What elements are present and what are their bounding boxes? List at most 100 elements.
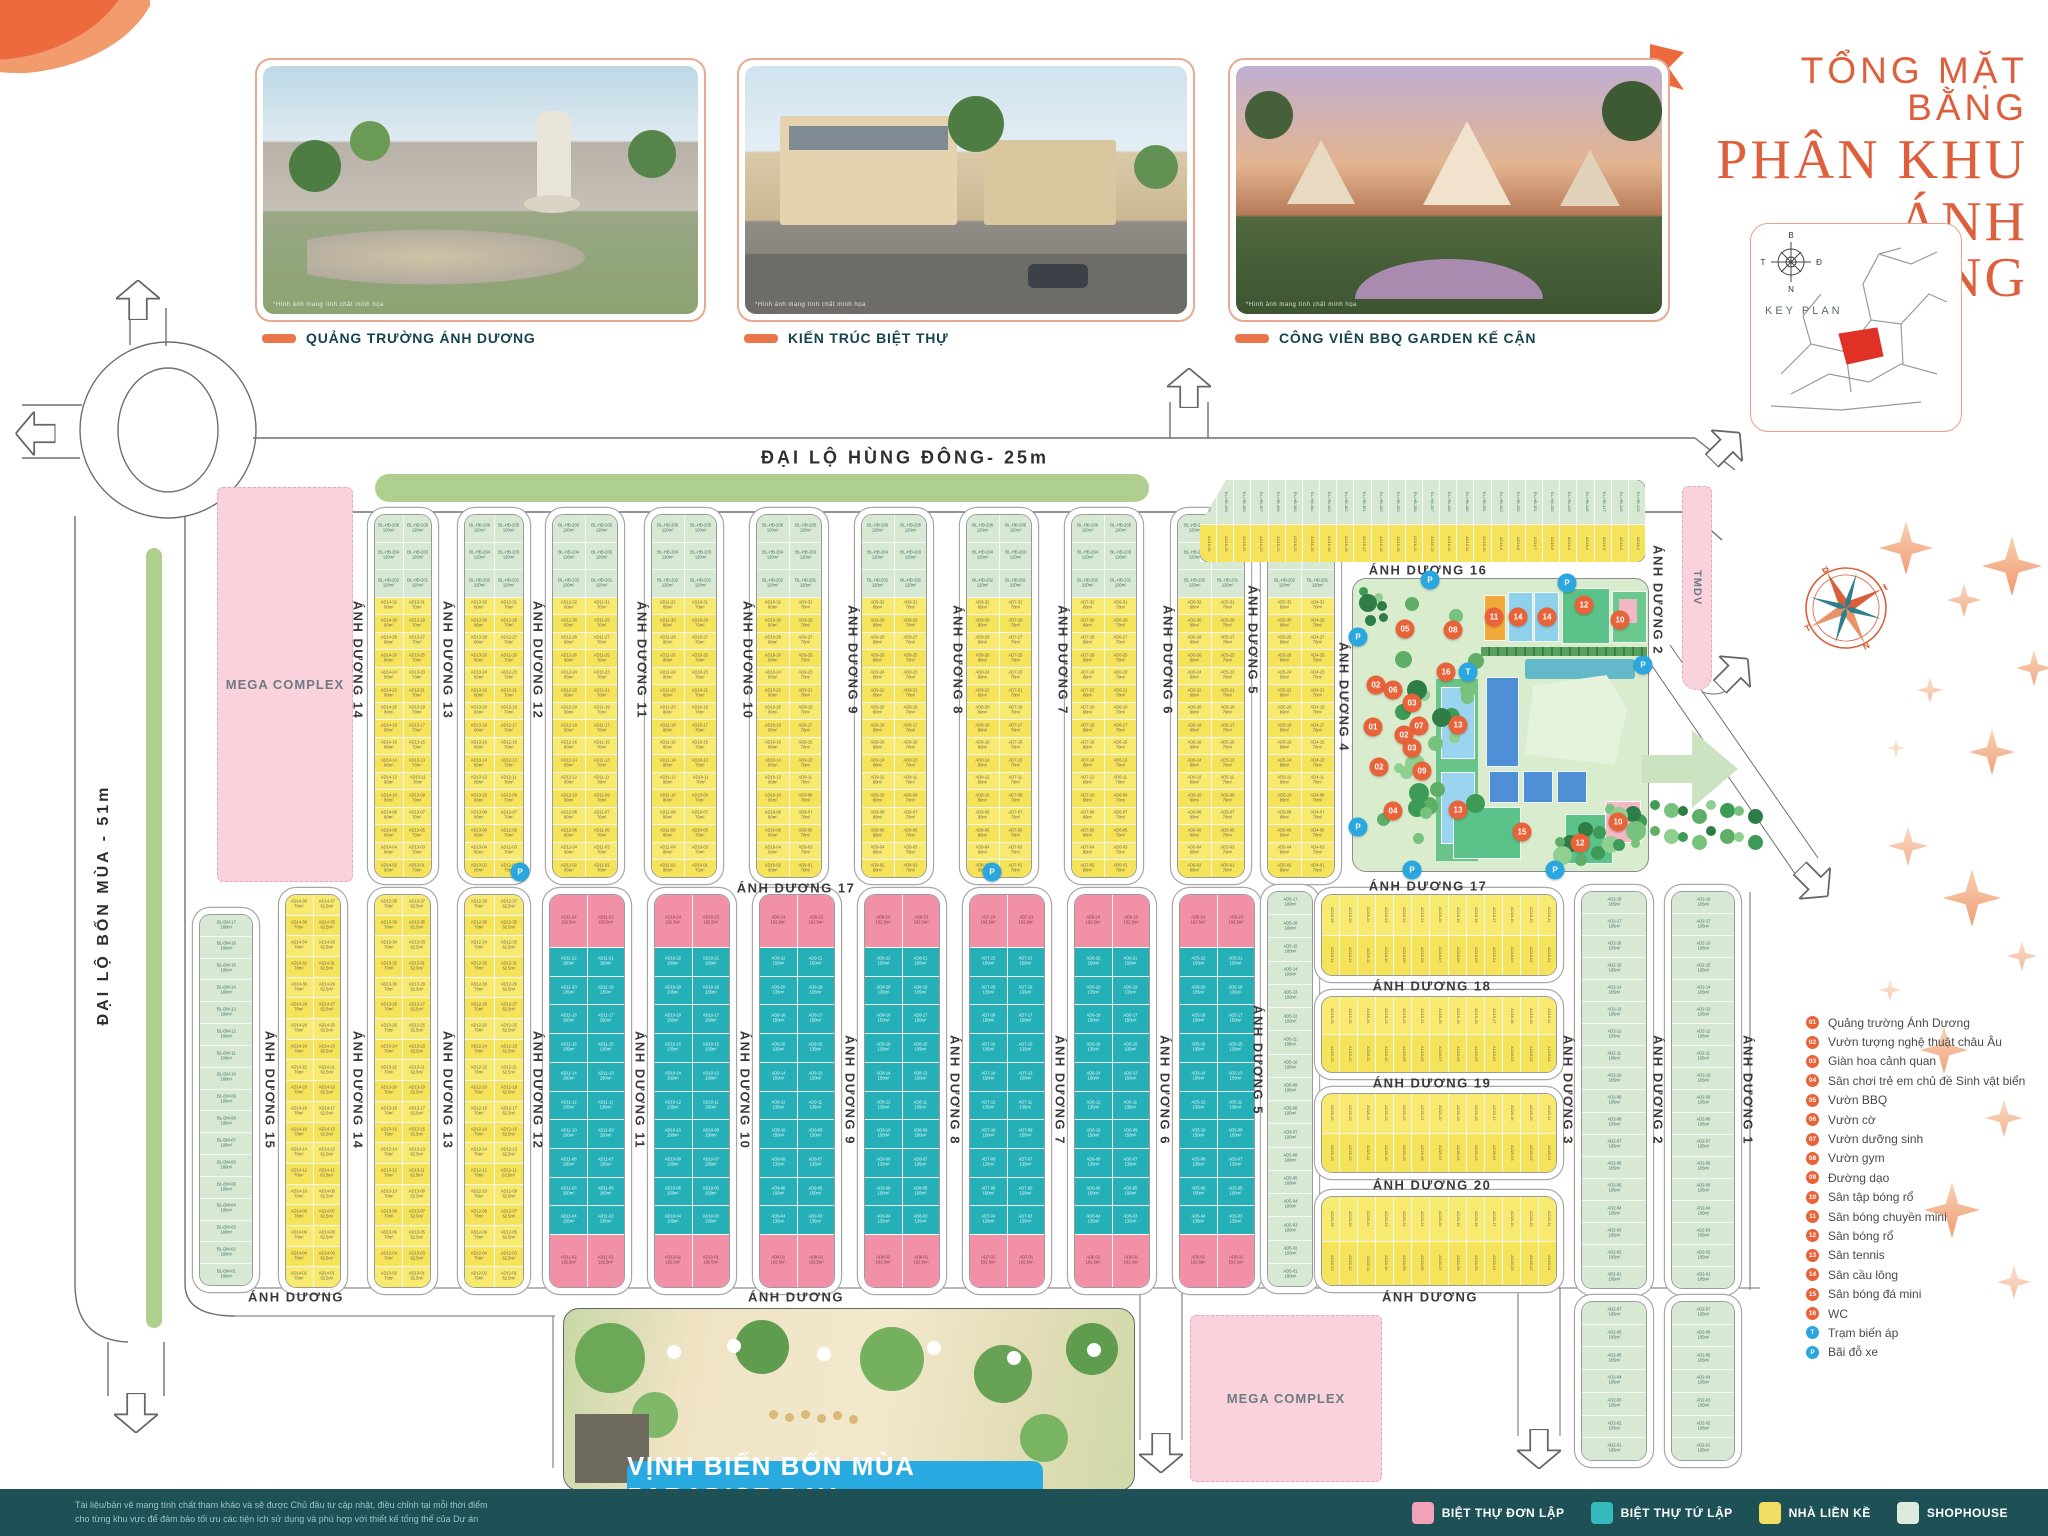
- legend-badge-icon: 14: [1806, 1268, 1819, 1281]
- lot-cell: AD5-13 150m²: [1218, 1063, 1255, 1091]
- lot-cell: AD16-9: [1492, 525, 1508, 562]
- lot-cell: AD2-15 105m²: [1582, 958, 1646, 979]
- street-label: ÁNH DƯƠNG 1: [1741, 1035, 1756, 1145]
- lot-cell: AD18-15: [1521, 895, 1538, 935]
- lot-cell: AD7-24 80m²: [1072, 668, 1104, 685]
- lot-cell: AD20-12: [1340, 1242, 1357, 1286]
- lot-cell: AD12-14 70m²: [465, 1143, 494, 1163]
- lot-strip: AD7-24 192.5m²AD7-23 192.5m²AD7-22 150m²…: [970, 895, 1044, 1287]
- lot-cell: AD7-32 80m²: [1072, 598, 1104, 615]
- lot-cell: AD11-22 150m²: [550, 948, 587, 976]
- street-label: ÁNH DƯƠNG 10: [738, 1031, 753, 1150]
- lot-cell: AD7-20 135m²: [970, 977, 1007, 1005]
- lot-cell: AD11-23 70m²: [586, 668, 618, 685]
- lot-cell: AD14-06 70m²: [286, 1226, 313, 1246]
- lot-cell: AD5-14 150m²: [1180, 1063, 1217, 1091]
- lot-strip: AD13-38 70m²AD13-37 62.5m²AD13-36 70m²AD…: [375, 895, 430, 1287]
- lot-cell: AD11-09 70m²: [586, 790, 618, 807]
- lot-cell: AD13-03 62.5m²: [403, 1247, 430, 1267]
- lot-cell: AD5-17 70m²: [1212, 720, 1245, 737]
- lot-cell: AD7-04 80m²: [1072, 843, 1104, 860]
- street-label: ÁNH DƯƠNG 7: [1053, 1035, 1068, 1145]
- lot-cell: ĐL-HĐ-163: [1320, 480, 1336, 524]
- lot-cell: AD14-19 62.5m²: [314, 1081, 341, 1101]
- lot-strip: ĐL-HĐ-206 120m²ĐL-HĐ-205 120m²ĐL-HĐ-204 …: [375, 515, 431, 877]
- lot-cell: AD8-13 150m²: [903, 1063, 940, 1091]
- lot-cell: AD6-09 70m²: [1105, 790, 1137, 807]
- lot-cell: AD11-13 70m²: [586, 755, 618, 772]
- lot-cell: AD14-18 70m²: [286, 1102, 313, 1122]
- lot-cell: AD6-10 80m²: [1178, 790, 1211, 807]
- lot-cell: AD5-30 80m²: [1268, 615, 1301, 632]
- lot-cell: AD2-04 105m²: [1582, 1201, 1646, 1222]
- lot-cell: AD2-14 105m²: [1672, 980, 1734, 1001]
- lot-cell: AD14-02 80m²: [375, 860, 403, 877]
- amenity-marker: 01: [1364, 718, 1383, 737]
- lot-cell: AD13-14 70m²: [375, 1143, 402, 1163]
- street-label: ÁNH DƯƠNG 17: [737, 881, 856, 896]
- tree-icon: [1377, 601, 1387, 611]
- lot-cell: AD5-07 70m²: [1212, 808, 1245, 825]
- lot-cell: AD5-09 150m²: [1218, 1120, 1255, 1148]
- lot-cell: AD16-24: [1234, 525, 1250, 562]
- lot-cell: AD2-08 105m²: [1672, 1113, 1734, 1134]
- lot-strip: AD2-07 105m²AD2-06 105m²AD2-05 105m²AD2-…: [1672, 1302, 1734, 1460]
- lot-cell: ĐL-HĐ-203 120m²: [1000, 543, 1032, 570]
- legend-badge-icon: 11: [1806, 1210, 1819, 1223]
- lot-cell: AD13-24 70m²: [375, 1040, 402, 1060]
- tree-icon: [1626, 821, 1646, 841]
- lot-cell: AD5-16 80m²: [1268, 738, 1301, 755]
- lot-cell: AD6-19 135m²: [1113, 977, 1150, 1005]
- lot-cell: AD11-28 80m²: [652, 633, 684, 650]
- lot-cell: ĐL-HĐ-165: [1286, 480, 1302, 524]
- lot-cell: AD20-02: [1521, 1242, 1538, 1286]
- lot-cell: AD11-22 80m²: [652, 685, 684, 702]
- lot-cell: AD12-12 70m²: [465, 1164, 494, 1184]
- lot-cell: AD10-03 70m²: [685, 843, 717, 860]
- lot-cell: AD7-11 135m²: [1008, 1092, 1045, 1120]
- lot-cell: AD5-07 135m²: [1218, 1149, 1255, 1177]
- lot-cell: AD8-17 70m²: [895, 720, 927, 737]
- amenity-marker: 11: [1485, 608, 1504, 627]
- lot-cell: AD11-17 70m²: [586, 720, 618, 737]
- lot-type-swatch: [1412, 1502, 1434, 1524]
- lot-cell: AD8-25 70m²: [895, 650, 927, 667]
- lot-cell: AD11-20 80m²: [652, 703, 684, 720]
- lot-cell: AD20-10: [1376, 1242, 1393, 1286]
- lot-cell: AD16-13: [1423, 525, 1439, 562]
- lot-cell: AD11-18 80m²: [652, 720, 684, 737]
- lot-cell: AD4-09 70m²: [1302, 790, 1335, 807]
- lot-cell: AD11-10 80m²: [652, 790, 684, 807]
- lot-cell: AD12-33 62.5m²: [495, 936, 524, 956]
- lot-cell: AD20-06: [1449, 1242, 1466, 1286]
- lot-cell: AD10-18 150m²: [655, 1005, 692, 1033]
- lot-cell: AD14-35 62.5m²: [314, 916, 341, 936]
- lot-cell: AD19-18: [1467, 997, 1484, 1034]
- lot-cell: AD7-01 192.5m²: [1008, 1235, 1045, 1287]
- legend-item-label: Quảng trường Ánh Dương: [1828, 1016, 1970, 1030]
- lot-cell: AD9-05 150m²: [798, 1178, 835, 1206]
- lot-cell: AD13-09 62.5m²: [403, 1185, 430, 1205]
- lot-cell: AD19-05: [1467, 1035, 1484, 1072]
- lot-cell: AD7-20 80m²: [1072, 703, 1104, 720]
- lot-cell: AD11-05 70m²: [586, 825, 618, 842]
- lot-cell: ĐL-HĐ-201 120m²: [790, 570, 822, 597]
- lot-cell: AD5-15 70m²: [1212, 738, 1245, 755]
- tree-icon: [1706, 826, 1716, 836]
- mega-complex-block-1: MEGA COMPLEX: [217, 487, 353, 882]
- lot-cell: AD6-24 192.5m²: [1075, 895, 1112, 947]
- lot-cell: AD14-12 70m²: [286, 1164, 313, 1184]
- lot-cell: AD11-01 70m²: [586, 860, 618, 877]
- lot-cell: AD5-02 192.5m²: [1180, 1235, 1217, 1287]
- lot-strip: ĐL-HĐ-206 120m²ĐL-HĐ-205 120m²ĐL-HĐ-204 …: [967, 515, 1031, 877]
- lot-cell: AD13-30 70m²: [375, 978, 402, 998]
- lot-cell: AD8-26 80m²: [967, 650, 999, 667]
- lot-cell: AD12-03 62.5m²: [495, 1247, 524, 1267]
- lot-cell: AD5-23 192.5m²: [1218, 895, 1255, 947]
- lot-cell: BL-DM-08 100m²: [200, 1111, 252, 1132]
- tree-icon: [1664, 829, 1679, 844]
- lot-cell: ĐL-HĐ-202 120m²: [375, 570, 403, 597]
- lot-cell: AD18-13: [1322, 936, 1339, 976]
- lot-cell: AD10-02 80m²: [757, 860, 789, 877]
- lot-cell: AD5-01 100m²: [1268, 1264, 1312, 1286]
